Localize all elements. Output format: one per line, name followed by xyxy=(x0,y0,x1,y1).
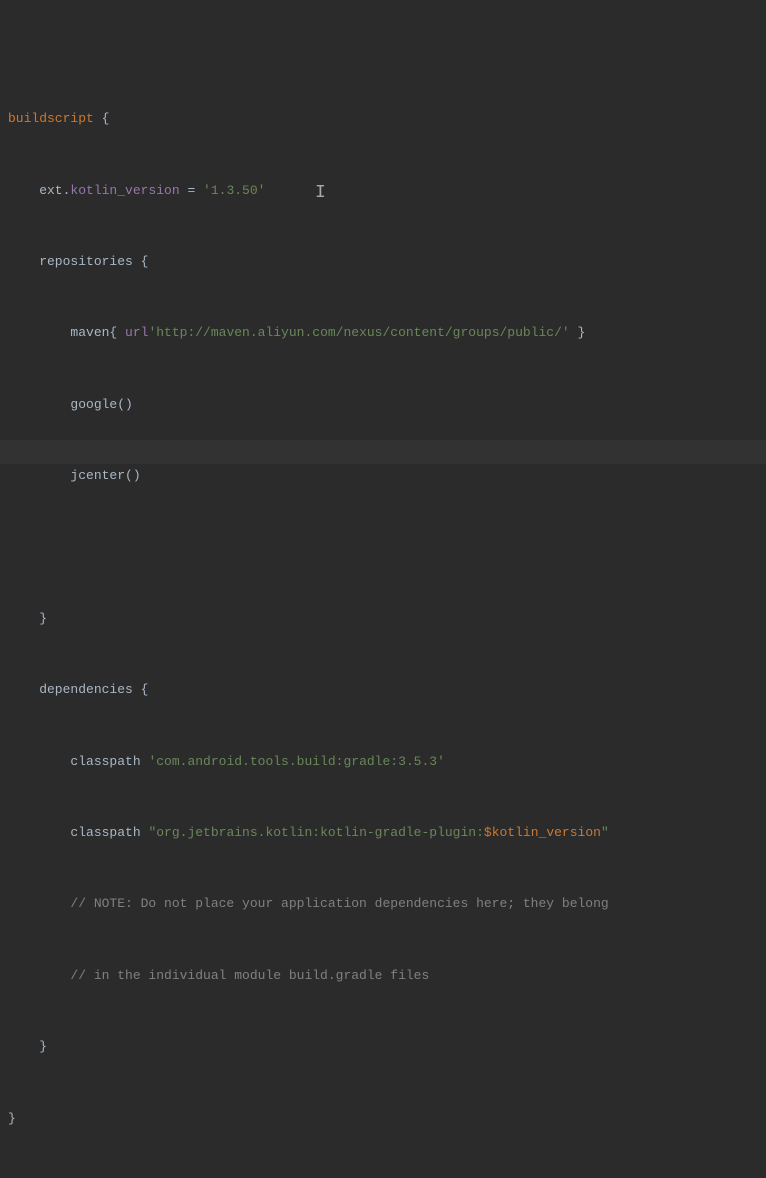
current-line-highlight xyxy=(0,440,766,464)
repositories-line: repositories { xyxy=(8,254,148,269)
classpath-kw: classpath xyxy=(8,825,148,840)
ext-prefix: ext. xyxy=(8,183,70,198)
url-prop: url xyxy=(125,325,148,340)
keyword-buildscript: buildscript xyxy=(8,111,94,126)
maven-call: maven{ xyxy=(8,325,125,340)
maven-url-string: 'http://maven.aliyun.com/nexus/content/g… xyxy=(148,325,569,340)
google-call: google() xyxy=(8,397,133,412)
classpath-kw: classpath xyxy=(8,754,148,769)
comment-line: // NOTE: Do not place your application d… xyxy=(8,896,609,911)
brace-close: } xyxy=(8,1039,47,1054)
brace-close: } xyxy=(8,611,47,626)
string-close: " xyxy=(601,825,609,840)
code-editor[interactable]: I buildscript { ext.kotlin_version = '1.… xyxy=(0,0,766,1178)
brace-close: } xyxy=(8,1111,16,1126)
brace-close: } xyxy=(570,325,586,340)
equals: = xyxy=(180,183,203,198)
var-interpolation: $kotlin_version xyxy=(484,825,601,840)
kotlin-plugin-string: "org.jetbrains.kotlin:kotlin-gradle-plug… xyxy=(148,825,483,840)
text-cursor-icon: I xyxy=(315,182,317,200)
dependencies-line: dependencies { xyxy=(8,682,148,697)
comment-line: // in the individual module build.gradle… xyxy=(8,968,429,983)
brace-open: { xyxy=(94,111,110,126)
jcenter-call: jcenter() xyxy=(8,468,141,483)
gradle-classpath-string: 'com.android.tools.build:gradle:3.5.3' xyxy=(148,754,444,769)
string-version: '1.3.50' xyxy=(203,183,265,198)
prop-kotlin-version: kotlin_version xyxy=(70,183,179,198)
